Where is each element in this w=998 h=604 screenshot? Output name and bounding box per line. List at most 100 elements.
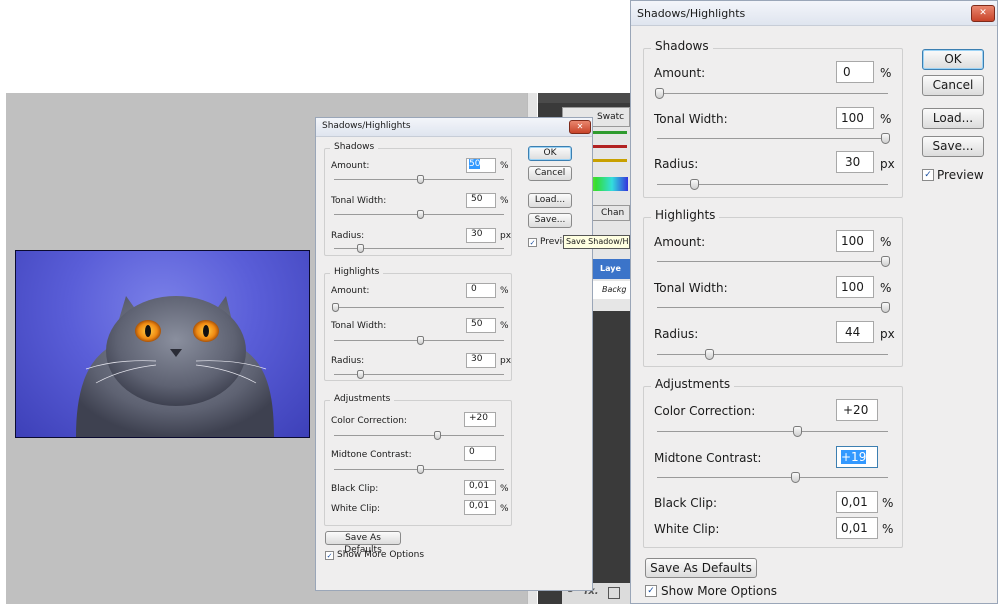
highlights-amount-slider-large[interactable] — [657, 261, 888, 262]
save-as-defaults-button[interactable]: Save As Defaults — [325, 531, 401, 555]
white-clip-label-large: White Clip: — [654, 522, 720, 536]
close-icon-large[interactable]: ✕ — [971, 5, 995, 22]
shadows-amount-thumb[interactable] — [417, 175, 424, 184]
preview-label-large: Preview — [937, 168, 984, 182]
show-more-options-label-large: Show More Options — [661, 584, 778, 598]
highlights-tonal-width-label: Tonal Width: — [331, 321, 387, 331]
shadows-radius-label: Radius: — [331, 231, 365, 241]
layer-row-selected[interactable]: Laye — [590, 259, 630, 279]
white-clip-input-large[interactable]: 0,01 — [836, 517, 878, 539]
ok-button-large[interactable]: OK — [922, 49, 984, 70]
highlights-tonal-width-unit-large: % — [880, 281, 892, 295]
highlights-amount-label: Amount: — [331, 286, 370, 296]
highlights-tonal-width-label-large: Tonal Width: — [654, 281, 728, 295]
background-layer-name: Backg — [602, 285, 627, 294]
load-button-large[interactable]: Load... — [922, 108, 984, 129]
close-icon[interactable]: ✕ — [569, 120, 591, 134]
shadows-amount-label: Amount: — [331, 161, 370, 171]
adjustments-legend: Adjustments — [330, 394, 395, 404]
preview-checkbox-large[interactable]: ✓ — [922, 169, 934, 181]
shadows-radius-input[interactable]: 30 — [466, 228, 496, 243]
black-clip-input[interactable]: 0,01 — [464, 480, 496, 495]
midtone-contrast-thumb[interactable] — [417, 465, 424, 474]
save-as-defaults-button-large[interactable]: Save As Defaults — [645, 558, 757, 578]
black-clip-label-large: Black Clip: — [654, 496, 717, 510]
highlights-radius-slider-large[interactable] — [657, 354, 888, 355]
highlights-radius-unit: px — [500, 356, 512, 366]
highlights-legend: Highlights — [330, 267, 384, 277]
color-correction-slider-large[interactable] — [657, 431, 888, 432]
shadows-amount-label-large: Amount: — [654, 66, 706, 80]
midtone-contrast-input-large[interactable]: +19 — [836, 446, 878, 468]
preview-checkbox[interactable]: ✓ — [528, 238, 537, 247]
shadows-highlights-dialog-small: Shadows/Highlights ✕ Shadows Amount: 50 … — [315, 117, 593, 591]
shadows-tonal-width-slider-large[interactable] — [657, 138, 888, 139]
highlights-tonal-width-thumb[interactable] — [417, 336, 424, 345]
cancel-button[interactable]: Cancel — [528, 166, 572, 181]
highlights-amount-unit: % — [500, 286, 509, 296]
highlights-tonal-width-slider-large[interactable] — [657, 307, 888, 308]
midtone-contrast-label-large: Midtone Contrast: — [654, 451, 762, 465]
highlights-radius-thumb-large[interactable] — [705, 349, 714, 360]
highlights-tonal-width-input-large[interactable]: 100 — [836, 276, 874, 298]
highlights-amount-thumb-large[interactable] — [881, 256, 890, 267]
black-clip-input-large[interactable]: 0,01 — [836, 491, 878, 513]
highlights-amount-input[interactable]: 0 — [466, 283, 496, 298]
highlights-tonal-width-unit: % — [500, 321, 509, 331]
midtone-contrast-slider-large[interactable] — [657, 477, 888, 478]
shadows-radius-thumb[interactable] — [357, 244, 364, 253]
highlights-tonal-width-input[interactable]: 50 — [466, 318, 496, 333]
shadows-legend: Shadows — [330, 142, 379, 152]
mask-icon[interactable] — [608, 587, 620, 599]
shadows-amount-slider-large[interactable] — [657, 93, 888, 94]
midtone-contrast-input[interactable]: 0 — [464, 446, 496, 461]
dialog-title: Shadows/Highlights — [322, 121, 411, 131]
shadows-amount-input[interactable]: 50 — [466, 158, 496, 173]
shadows-amount-input-large[interactable]: 0 — [836, 61, 874, 83]
highlights-amount-unit-large: % — [880, 235, 892, 249]
title-bar-large[interactable]: Shadows/Highlights ✕ — [631, 1, 997, 26]
shadows-tonal-width-input-large[interactable]: 100 — [836, 107, 874, 129]
load-button[interactable]: Load... — [528, 193, 572, 208]
highlights-radius-unit-large: px — [880, 327, 895, 341]
ok-button[interactable]: OK — [528, 146, 572, 161]
highlights-amount-thumb[interactable] — [332, 303, 339, 312]
shadows-radius-thumb-large[interactable] — [690, 179, 699, 190]
shadows-tonal-width-thumb[interactable] — [417, 210, 424, 219]
highlights-radius-input[interactable]: 30 — [466, 353, 496, 368]
shadows-radius-input-large[interactable]: 30 — [836, 151, 874, 173]
dock-header — [538, 93, 630, 103]
color-correction-input[interactable]: +20 — [464, 412, 496, 427]
layer-row-background[interactable]: Backg — [590, 281, 630, 299]
color-correction-input-large[interactable]: +20 — [836, 399, 878, 421]
adjustments-legend-large: Adjustments — [651, 377, 735, 391]
cat-photo-image — [15, 250, 310, 438]
show-more-options-checkbox[interactable]: ✓ — [325, 551, 334, 560]
white-clip-input[interactable]: 0,01 — [464, 500, 496, 515]
highlights-tonal-width-thumb-large[interactable] — [881, 302, 890, 313]
shadows-tonal-width-input[interactable]: 50 — [466, 193, 496, 208]
shadows-radius-unit-large: px — [880, 157, 895, 171]
midtone-contrast-thumb-large[interactable] — [791, 472, 800, 483]
shadows-amount-thumb-large[interactable] — [655, 88, 664, 99]
black-clip-unit-large: % — [882, 496, 894, 510]
midtone-contrast-label: Midtone Contrast: — [331, 450, 412, 460]
highlights-amount-slider[interactable] — [334, 307, 504, 308]
color-correction-thumb-large[interactable] — [793, 426, 802, 437]
white-clip-label: White Clip: — [331, 504, 381, 514]
shadows-tonal-width-thumb-large[interactable] — [881, 133, 890, 144]
cancel-button-large[interactable]: Cancel — [922, 75, 984, 96]
dialog-title-large: Shadows/Highlights — [637, 7, 746, 20]
color-correction-thumb[interactable] — [434, 431, 441, 440]
show-more-options-checkbox-large[interactable]: ✓ — [645, 585, 657, 597]
save-button-large[interactable]: Save... — [922, 136, 984, 157]
highlights-amount-input-large[interactable]: 100 — [836, 230, 874, 252]
highlights-radius-input-large[interactable]: 44 — [836, 321, 874, 343]
color-correction-slider[interactable] — [334, 435, 504, 436]
highlights-amount-label-large: Amount: — [654, 235, 706, 249]
shadows-radius-label-large: Radius: — [654, 157, 699, 171]
save-button[interactable]: Save... — [528, 213, 572, 228]
shadows-radius-unit: px — [500, 231, 512, 241]
highlights-radius-thumb[interactable] — [357, 370, 364, 379]
title-bar[interactable]: Shadows/Highlights ✕ — [316, 118, 592, 137]
